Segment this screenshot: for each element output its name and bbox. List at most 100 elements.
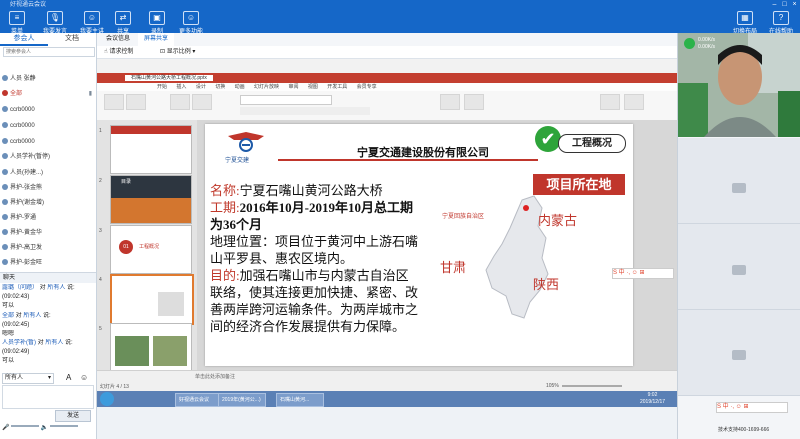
menu-item[interactable]: 开始 [157, 84, 167, 90]
minimize-icon[interactable]: – [770, 1, 779, 9]
speaker-volume-icon[interactable]: 🔈 [41, 425, 48, 431]
map-label-shaanxi: 陕西 [533, 277, 560, 292]
video-slot[interactable] [678, 138, 800, 224]
list-item[interactable]: 人员(孙建...) [2, 168, 94, 179]
layout-icon[interactable] [192, 94, 212, 110]
thumb-number: 1 [99, 128, 102, 134]
request-speak-button[interactable]: 🎙 我要发言 [38, 10, 72, 35]
list-item[interactable]: 界护-高卫发 [2, 243, 94, 254]
participant-search-input[interactable] [3, 47, 95, 57]
list-item[interactable]: 人员学补(暂停) [2, 152, 94, 163]
shape-icon[interactable] [440, 94, 460, 110]
taskbar-item[interactable]: 好视通云会议 [175, 393, 221, 407]
display-ratio-button[interactable]: ⊡ 显示比例 ▾ [160, 47, 195, 57]
tab-documents[interactable]: 文档 [48, 33, 96, 44]
mic-volume-slider[interactable] [11, 425, 40, 427]
tab-meeting-info[interactable]: 会议信息 [100, 33, 136, 46]
send-button[interactable]: 发送 [55, 410, 91, 422]
new-slide-icon[interactable] [170, 94, 190, 110]
slide-thumbnail[interactable] [110, 125, 192, 174]
online-help-button[interactable]: ? 在线帮助 [764, 10, 798, 35]
chat-message-header: 露璐（问题） 对 所有人 说: [2, 285, 75, 291]
zoom-slider[interactable] [562, 385, 622, 387]
help-icon: ? [773, 11, 789, 25]
mic-icon: 🎙 [47, 11, 63, 25]
slide-thumbnail[interactable]: 目录 [110, 175, 192, 224]
menu-item[interactable]: 幻灯片放映 [254, 84, 279, 90]
taskbar-item[interactable]: 石嘴山黄河... [276, 393, 324, 407]
thumb-number: 3 [99, 228, 102, 234]
mic-icon[interactable]: 🎤 [2, 425, 9, 431]
menu-item[interactable]: 开发工具 [327, 84, 347, 90]
avatar [2, 169, 8, 175]
avatar [2, 90, 8, 96]
wifi-icon [684, 38, 695, 49]
thumb-image [111, 198, 191, 223]
maximize-icon[interactable]: □ [780, 1, 789, 9]
list-item[interactable]: ccrb0000 [2, 137, 94, 148]
avatar [2, 122, 8, 128]
list-item[interactable]: 界护-黄金华 [2, 228, 94, 239]
switch-layout-button[interactable]: ▦ 切换布局 [728, 10, 762, 35]
menu-item[interactable]: 视图 [308, 84, 318, 90]
taskbar-item[interactable]: 2019年(黄河公...) [218, 393, 266, 407]
menu-item[interactable]: 会员专享 [357, 84, 377, 90]
share-button[interactable]: ⇄ 共享 [106, 10, 140, 35]
font-name-select[interactable] [240, 95, 332, 105]
close-icon[interactable]: × [790, 1, 799, 9]
slide-thumbnail[interactable] [110, 323, 192, 372]
slide-count: 幻灯片 4 / 13 [100, 384, 129, 390]
notes-placeholder[interactable]: 单击此处添加备注 [195, 373, 235, 380]
ratio-icon: ⊡ [160, 49, 166, 55]
ime-toolbar-right[interactable]: S 中 ·, ☺ ⊞ [716, 402, 788, 413]
slide-line-purpose: 目的:加强石嘴山市与内蒙古自治区联络，使其连接更加快捷、紧密、改善两岸跨河运输条… [210, 268, 419, 334]
header-divider [278, 159, 538, 161]
picture-icon[interactable] [464, 94, 484, 110]
font-icon[interactable]: A [66, 373, 71, 382]
list-item[interactable]: ccrb0000 [2, 121, 94, 132]
emoji-icon[interactable]: ☺ [80, 373, 88, 382]
chat-input[interactable] [2, 385, 94, 409]
slide-line-period: 工期:2016年10月-2019年10月总工期为36个月 [210, 200, 413, 232]
company-name: 宁夏交通建设股份有限公司 [357, 147, 489, 159]
logo-text: 宁夏交建 [225, 158, 250, 164]
cut-icon[interactable] [126, 94, 146, 110]
camera-icon [732, 350, 746, 360]
tab-participants[interactable]: 参会人 [0, 33, 48, 46]
list-item[interactable]: 人员 张静 [2, 74, 94, 85]
start-icon[interactable] [100, 392, 114, 406]
list-item[interactable]: ccrb0000 [2, 105, 94, 116]
tab-screen-share[interactable]: 屏幕共享 [138, 33, 175, 46]
find-icon[interactable] [600, 94, 620, 110]
menu-item[interactable]: 插入 [176, 84, 186, 90]
record-button[interactable]: ▣ 录制 [140, 10, 174, 35]
more-functions-button[interactable]: ☺ 更多功能 [174, 10, 208, 35]
paste-icon[interactable] [104, 94, 124, 110]
menu-item[interactable]: 动画 [235, 84, 245, 90]
camera-icon[interactable]: ▮ [89, 89, 92, 100]
avatar [2, 199, 8, 205]
menu-item[interactable]: 切换 [215, 84, 225, 90]
list-item[interactable]: 界护-彭金旺 [2, 258, 94, 269]
chevron-down-icon: ▾ [47, 375, 51, 381]
list-item[interactable]: 界护-罗通 [2, 213, 94, 224]
ppt-status-bar [97, 370, 677, 392]
menu-button[interactable]: ≡ 菜单 [0, 10, 34, 35]
list-item[interactable]: 界护-张金熊 [2, 183, 94, 194]
menu-item[interactable]: 审阅 [288, 84, 298, 90]
speaker-volume-slider[interactable] [49, 425, 78, 427]
select-icon[interactable] [624, 94, 644, 110]
list-item[interactable]: 界护(谢金增) [2, 198, 94, 209]
slide-thumbnail[interactable]: 01 工程概况 [110, 225, 192, 274]
ppt-title-bar: 石嘴山黄河公路大桥工程概况.pptx [97, 73, 677, 83]
request-control-button[interactable]: ☝ 请求控制 [104, 47, 133, 57]
request-present-button[interactable]: ☺ 我要主讲 [75, 10, 109, 35]
chat-target-select[interactable]: 所有人 ▾ [2, 373, 54, 384]
chat-message-header: 全部 对 所有人 说: [2, 313, 51, 319]
menu-item[interactable]: 设计 [196, 84, 206, 90]
ppt-doc-tab[interactable]: 石嘴山黄河公路大桥工程概况.pptx [125, 75, 213, 81]
ime-toolbar[interactable]: S 中 ·, ☺ ⊞ [612, 268, 674, 279]
main-video [678, 33, 800, 137]
list-item[interactable]: 全部 ▮ [2, 89, 94, 100]
slide-thumbnail-selected[interactable] [110, 274, 194, 325]
